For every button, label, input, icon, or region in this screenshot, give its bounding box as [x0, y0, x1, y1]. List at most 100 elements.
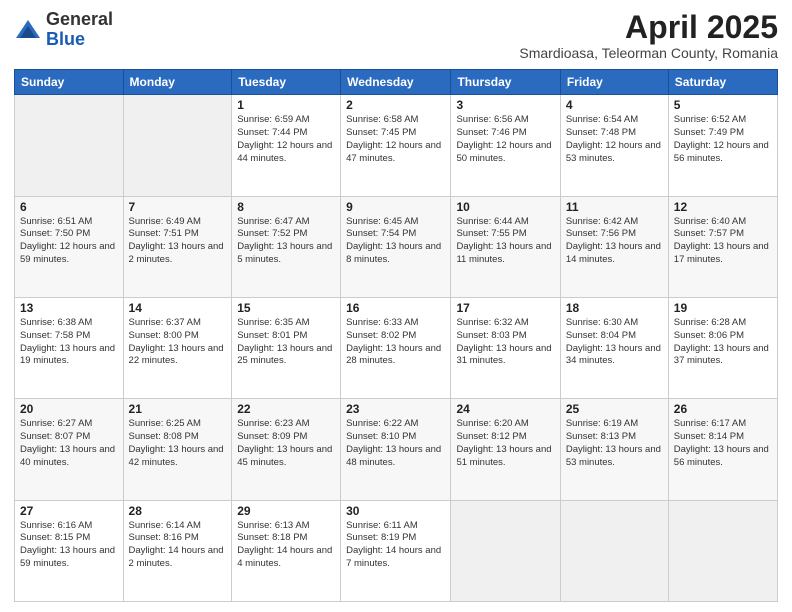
calendar-cell: 13 Sunrise: 6:38 AM Sunset: 7:58 PM Dayli…	[15, 297, 124, 398]
day-info: Sunrise: 6:56 AM Sunset: 7:46 PM Dayligh…	[456, 114, 554, 165]
calendar-cell: 4Sunrise: 6:54 AM Sunset: 7:48 PM Daylig…	[560, 95, 668, 196]
header: General Blue April 2025 Smardioasa, Tele…	[14, 10, 778, 61]
day-info: Sunrise: 6:27 AM Sunset: 8:07 PM Dayligh…	[20, 418, 118, 469]
day-info: Sunrise: 6:42 AM Sunset: 7:56 PM Dayligh…	[566, 216, 663, 267]
day-number: 28	[129, 504, 227, 518]
logo-blue-text: Blue	[46, 30, 113, 50]
calendar-cell: 18Sunrise: 6:30 AM Sunset: 8:04 PM Dayli…	[560, 297, 668, 398]
day-info: Sunrise: 6:14 AM Sunset: 8:16 PM Dayligh…	[129, 520, 227, 571]
calendar-table: SundayMondayTuesdayWednesdayThursdayFrid…	[14, 69, 778, 602]
title-block: April 2025 Smardioasa, Teleorman County,…	[519, 10, 778, 61]
calendar-cell: 27 Sunrise: 6:16 AM Sunset: 8:15 PM Dayli…	[15, 500, 124, 601]
day-info: Sunrise: 6:20 AM Sunset: 8:12 PM Dayligh…	[456, 418, 554, 469]
week-row-0: 1 Sunrise: 6:59 AM Sunset: 7:44 PM Daylig…	[15, 95, 778, 196]
calendar-cell: 23Sunrise: 6:22 AM Sunset: 8:10 PM Dayli…	[341, 399, 451, 500]
day-number: 15	[237, 301, 335, 315]
week-row-3: 20 Sunrise: 6:27 AM Sunset: 8:07 PM Dayli…	[15, 399, 778, 500]
day-number: 19	[674, 301, 772, 315]
day-info: Sunrise: 6:23 AM Sunset: 8:09 PM Dayligh…	[237, 418, 335, 469]
week-row-4: 27 Sunrise: 6:16 AM Sunset: 8:15 PM Dayli…	[15, 500, 778, 601]
calendar-cell	[123, 95, 232, 196]
calendar-cell	[668, 500, 777, 601]
day-number: 24	[456, 402, 554, 416]
day-number: 2	[346, 98, 445, 112]
day-info: Sunrise: 6:25 AM Sunset: 8:08 PM Dayligh…	[129, 418, 227, 469]
week-row-2: 13 Sunrise: 6:38 AM Sunset: 7:58 PM Dayli…	[15, 297, 778, 398]
day-info: Sunrise: 6:45 AM Sunset: 7:54 PM Dayligh…	[346, 216, 445, 267]
calendar-cell: 12Sunrise: 6:40 AM Sunset: 7:57 PM Dayli…	[668, 196, 777, 297]
day-number: 12	[674, 200, 772, 214]
day-of-week-tuesday: Tuesday	[232, 70, 341, 95]
day-number: 14	[129, 301, 227, 315]
day-info: Sunrise: 6:38 AM Sunset: 7:58 PM Dayligh…	[20, 317, 118, 368]
day-number: 26	[674, 402, 772, 416]
day-number: 23	[346, 402, 445, 416]
calendar-cell: 9Sunrise: 6:45 AM Sunset: 7:54 PM Daylig…	[341, 196, 451, 297]
calendar-cell: 2Sunrise: 6:58 AM Sunset: 7:45 PM Daylig…	[341, 95, 451, 196]
day-number: 29	[237, 504, 335, 518]
calendar-cell: 22 Sunrise: 6:23 AM Sunset: 8:09 PM Dayli…	[232, 399, 341, 500]
day-info: Sunrise: 6:13 AM Sunset: 8:18 PM Dayligh…	[237, 520, 335, 571]
day-of-week-thursday: Thursday	[451, 70, 560, 95]
day-number: 22	[237, 402, 335, 416]
logo-text: General Blue	[46, 10, 113, 50]
day-number: 3	[456, 98, 554, 112]
day-info: Sunrise: 6:54 AM Sunset: 7:48 PM Dayligh…	[566, 114, 663, 165]
calendar-cell: 24 Sunrise: 6:20 AM Sunset: 8:12 PM Dayli…	[451, 399, 560, 500]
day-number: 27	[20, 504, 118, 518]
day-info: Sunrise: 6:59 AM Sunset: 7:44 PM Dayligh…	[237, 114, 335, 165]
month-title: April 2025	[519, 10, 778, 45]
day-info: Sunrise: 6:32 AM Sunset: 8:03 PM Dayligh…	[456, 317, 554, 368]
calendar-cell: 6Sunrise: 6:51 AM Sunset: 7:50 PM Daylig…	[15, 196, 124, 297]
calendar-cell: 20 Sunrise: 6:27 AM Sunset: 8:07 PM Dayli…	[15, 399, 124, 500]
calendar-cell: 11 Sunrise: 6:42 AM Sunset: 7:56 PM Dayli…	[560, 196, 668, 297]
day-number: 11	[566, 200, 663, 214]
day-number: 21	[129, 402, 227, 416]
calendar-cell: 8Sunrise: 6:47 AM Sunset: 7:52 PM Daylig…	[232, 196, 341, 297]
day-info: Sunrise: 6:19 AM Sunset: 8:13 PM Dayligh…	[566, 418, 663, 469]
day-number: 5	[674, 98, 772, 112]
calendar-cell: 3 Sunrise: 6:56 AM Sunset: 7:46 PM Daylig…	[451, 95, 560, 196]
calendar-cell: 26Sunrise: 6:17 AM Sunset: 8:14 PM Dayli…	[668, 399, 777, 500]
day-info: Sunrise: 6:30 AM Sunset: 8:04 PM Dayligh…	[566, 317, 663, 368]
day-info: Sunrise: 6:37 AM Sunset: 8:00 PM Dayligh…	[129, 317, 227, 368]
day-info: Sunrise: 6:16 AM Sunset: 8:15 PM Dayligh…	[20, 520, 118, 571]
calendar-cell: 19 Sunrise: 6:28 AM Sunset: 8:06 PM Dayli…	[668, 297, 777, 398]
day-number: 30	[346, 504, 445, 518]
day-number: 20	[20, 402, 118, 416]
calendar-cell: 7 Sunrise: 6:49 AM Sunset: 7:51 PM Daylig…	[123, 196, 232, 297]
logo-general-text: General	[46, 10, 113, 30]
calendar-cell: 1 Sunrise: 6:59 AM Sunset: 7:44 PM Daylig…	[232, 95, 341, 196]
calendar-cell: 29 Sunrise: 6:13 AM Sunset: 8:18 PM Dayli…	[232, 500, 341, 601]
day-number: 1	[237, 98, 335, 112]
day-info: Sunrise: 6:51 AM Sunset: 7:50 PM Dayligh…	[20, 216, 118, 267]
calendar-cell: 16Sunrise: 6:33 AM Sunset: 8:02 PM Dayli…	[341, 297, 451, 398]
day-info: Sunrise: 6:28 AM Sunset: 8:06 PM Dayligh…	[674, 317, 772, 368]
day-of-week-saturday: Saturday	[668, 70, 777, 95]
subtitle: Smardioasa, Teleorman County, Romania	[519, 45, 778, 61]
day-number: 8	[237, 200, 335, 214]
day-number: 7	[129, 200, 227, 214]
calendar-header: SundayMondayTuesdayWednesdayThursdayFrid…	[15, 70, 778, 95]
day-info: Sunrise: 6:33 AM Sunset: 8:02 PM Dayligh…	[346, 317, 445, 368]
calendar-cell: 15 Sunrise: 6:35 AM Sunset: 8:01 PM Dayli…	[232, 297, 341, 398]
day-info: Sunrise: 6:49 AM Sunset: 7:51 PM Dayligh…	[129, 216, 227, 267]
calendar-cell: 28 Sunrise: 6:14 AM Sunset: 8:16 PM Dayli…	[123, 500, 232, 601]
day-of-week-wednesday: Wednesday	[341, 70, 451, 95]
calendar-cell: 21 Sunrise: 6:25 AM Sunset: 8:08 PM Dayli…	[123, 399, 232, 500]
page: General Blue April 2025 Smardioasa, Tele…	[0, 0, 792, 612]
calendar-cell: 5Sunrise: 6:52 AM Sunset: 7:49 PM Daylig…	[668, 95, 777, 196]
day-info: Sunrise: 6:35 AM Sunset: 8:01 PM Dayligh…	[237, 317, 335, 368]
calendar-cell	[560, 500, 668, 601]
logo: General Blue	[14, 10, 113, 50]
calendar-cell: 25Sunrise: 6:19 AM Sunset: 8:13 PM Dayli…	[560, 399, 668, 500]
logo-icon	[14, 16, 42, 44]
days-of-week-row: SundayMondayTuesdayWednesdayThursdayFrid…	[15, 70, 778, 95]
day-number: 13	[20, 301, 118, 315]
calendar-cell: 10Sunrise: 6:44 AM Sunset: 7:55 PM Dayli…	[451, 196, 560, 297]
calendar-cell: 14 Sunrise: 6:37 AM Sunset: 8:00 PM Dayli…	[123, 297, 232, 398]
calendar-cell	[15, 95, 124, 196]
day-info: Sunrise: 6:44 AM Sunset: 7:55 PM Dayligh…	[456, 216, 554, 267]
calendar-cell	[451, 500, 560, 601]
day-of-week-sunday: Sunday	[15, 70, 124, 95]
